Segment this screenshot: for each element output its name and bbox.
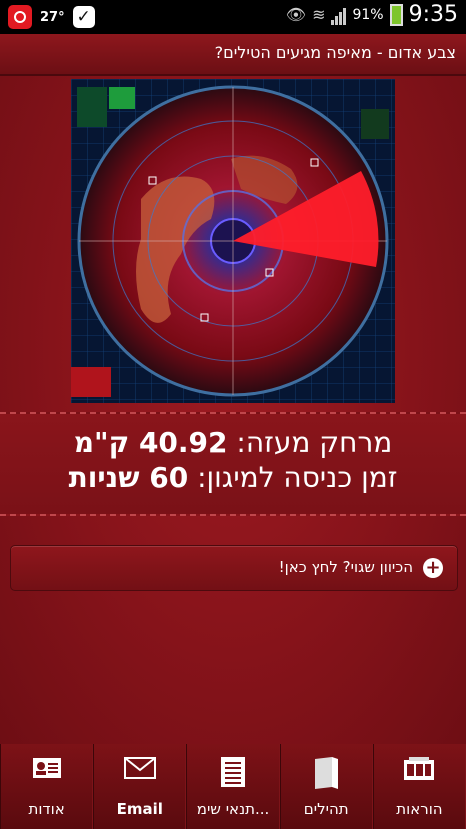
- check-icon: ✓: [72, 6, 95, 28]
- distance-label: מרחק מעזה:: [236, 426, 393, 459]
- nav-psalms-label: תהילים: [303, 800, 349, 818]
- nav-instructions[interactable]: הוראות: [372, 744, 466, 829]
- eye-icon: 👁: [285, 5, 307, 24]
- red-alert-app-icon: [8, 5, 32, 29]
- book-icon: [281, 756, 372, 789]
- entry-time-label: זמן כניסה למיגון:: [197, 461, 398, 494]
- distance-value: 40.92 ק"מ: [73, 426, 228, 459]
- nav-about[interactable]: אודות: [0, 744, 94, 829]
- nav-email-label: Email: [116, 800, 163, 818]
- wifi-icon: ≋: [312, 5, 326, 24]
- battery-icon: [389, 3, 403, 26]
- app-bar: צבע אדום - מאיפה מגיעים הטילים?: [0, 34, 466, 76]
- nav-about-label: אודות: [28, 800, 65, 818]
- info-panel: מרחק מעזה: 40.92 ק"מ זמן כניסה למיגון: 6…: [0, 412, 466, 516]
- radar-image: [71, 79, 395, 403]
- plus-icon: +: [423, 558, 443, 578]
- main-content: מרחק מעזה: 40.92 ק"מ זמן כניסה למיגון: 6…: [0, 76, 466, 744]
- contact-card-icon: [1, 756, 92, 784]
- entry-time-line: זמן כניסה למיגון: 60 שניות: [0, 461, 466, 494]
- signal-icon: [331, 5, 347, 25]
- bottom-nav: אודות Email תנאי שימ... תהילים הוראות: [0, 744, 466, 829]
- nav-terms-label: תנאי שימ...: [196, 800, 270, 818]
- nav-instructions-label: הוראות: [396, 800, 443, 818]
- nav-terms[interactable]: תנאי שימ...: [186, 744, 280, 829]
- radar-graphic: [71, 79, 395, 403]
- temperature: 27°: [40, 9, 65, 25]
- wrong-direction-label: הכיוון שגוי? לחץ כאן!: [278, 558, 413, 576]
- battery-percent: 91%: [352, 6, 384, 23]
- status-bar: 27° ✓ 👁 ≋ 91% 9:35: [0, 0, 466, 34]
- wrong-direction-button[interactable]: + הכיוון שגוי? לחץ כאן!: [10, 545, 458, 591]
- nav-psalms[interactable]: תהילים: [279, 744, 373, 829]
- nav-email[interactable]: Email: [93, 744, 187, 829]
- document-icon: [187, 756, 278, 787]
- app-title: צבע אדום - מאיפה מגיעים הטילים?: [214, 43, 456, 62]
- envelope-icon: [94, 756, 185, 784]
- entry-time-value: 60 שניות: [68, 461, 189, 494]
- clock: 9:35: [408, 2, 458, 27]
- distance-line: מרחק מעזה: 40.92 ק"מ: [0, 426, 466, 459]
- instructions-icon: [374, 756, 465, 784]
